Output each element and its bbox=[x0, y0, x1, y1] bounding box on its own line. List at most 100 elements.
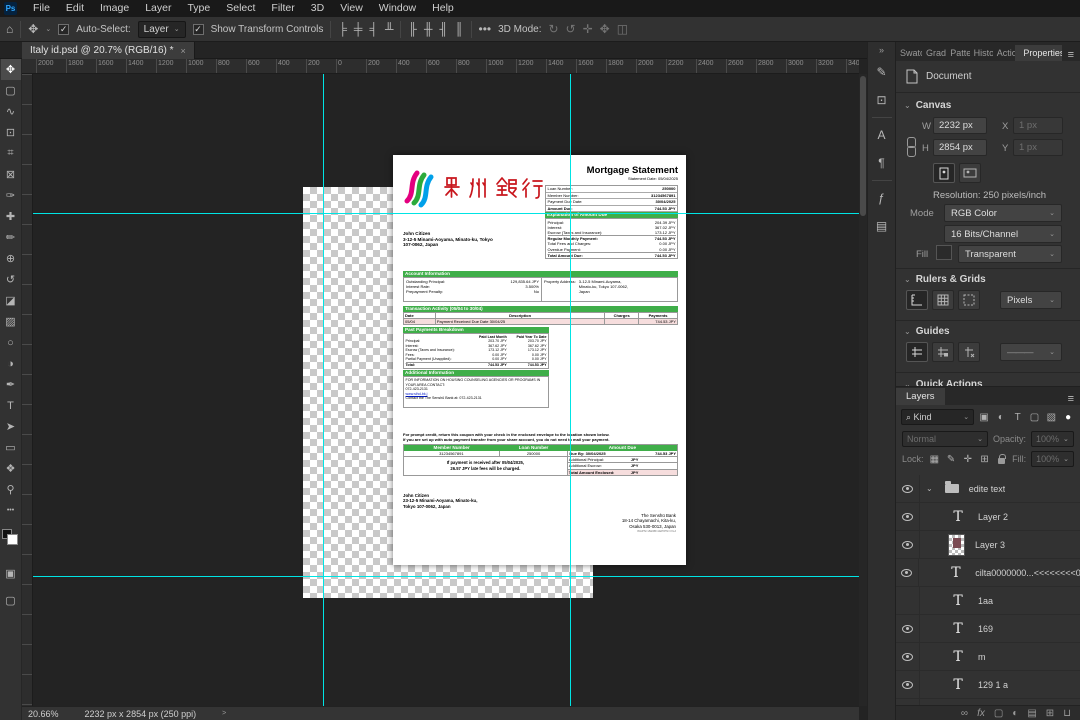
zoom-level-field[interactable]: 20.66% bbox=[28, 709, 59, 719]
new-group-icon[interactable]: ▤ bbox=[1027, 708, 1036, 719]
guide-vertical-1[interactable] bbox=[323, 74, 324, 706]
visibility-toggle[interactable] bbox=[896, 642, 920, 671]
layer-row[interactable]: T Layer 2 bbox=[896, 502, 1080, 531]
new-layer-icon[interactable]: ⊞ bbox=[1046, 708, 1054, 719]
layer-row-group[interactable]: ⌄ edite text bbox=[896, 475, 1080, 503]
visibility-toggle[interactable] bbox=[896, 614, 920, 643]
dodge-tool[interactable]: ◑ bbox=[1, 353, 21, 374]
guides-section-header[interactable]: ⌄ Guides bbox=[904, 326, 950, 337]
object-selection-tool[interactable]: ⊡ bbox=[1, 122, 21, 143]
character-panel-icon[interactable]: A bbox=[870, 123, 894, 147]
distribute-vertical-icon[interactable]: ║ bbox=[455, 22, 464, 36]
paragraph-panel-icon[interactable]: ¶ bbox=[870, 151, 894, 175]
menu-filter[interactable]: Filter bbox=[263, 0, 302, 17]
canvas-area[interactable]: Mortgage Statement Statement Date: 05/04… bbox=[33, 74, 859, 706]
scrollbar-thumb[interactable] bbox=[860, 76, 866, 216]
filter-smart-object-icon[interactable]: ▧ bbox=[1044, 410, 1058, 424]
menu-edit[interactable]: Edit bbox=[58, 0, 92, 17]
guide-style-dropdown[interactable]: ——— ⌄ bbox=[1000, 343, 1062, 361]
chevron-down-icon[interactable]: ⌄ bbox=[45, 25, 51, 33]
menu-select[interactable]: Select bbox=[218, 0, 263, 17]
layer-effects-icon[interactable]: fx bbox=[977, 708, 985, 719]
brush-tool[interactable]: ✏ bbox=[1, 227, 21, 248]
ruler-toggle-button[interactable] bbox=[906, 290, 928, 310]
distribute-right-icon[interactable]: ╢ bbox=[439, 22, 448, 36]
glyphs-panel-icon[interactable]: ƒ bbox=[870, 186, 894, 210]
auto-select-checkbox[interactable]: ✓ bbox=[58, 23, 70, 35]
brush-settings-icon[interactable]: ✎ bbox=[870, 60, 894, 84]
auto-select-dropdown[interactable]: Layer ⌄ bbox=[137, 20, 186, 38]
close-icon[interactable]: × bbox=[181, 46, 186, 56]
tab-actions[interactable]: Actio bbox=[993, 45, 1016, 61]
history-brush-tool[interactable]: ↺ bbox=[1, 269, 21, 290]
lock-guides-button[interactable] bbox=[932, 342, 954, 362]
hand-tool[interactable]: ❖ bbox=[1, 458, 21, 479]
align-center-icon[interactable]: ╪ bbox=[354, 22, 363, 36]
healing-brush-tool[interactable]: ✚ bbox=[1, 206, 21, 227]
guides-toggle-button[interactable] bbox=[906, 342, 928, 362]
filter-adjustment-icon[interactable]: ◐ bbox=[994, 410, 1008, 424]
background-color[interactable] bbox=[6, 534, 18, 545]
orientation-portrait-button[interactable] bbox=[933, 163, 955, 183]
layer-row[interactable]: T cilta0000000...<<<<<<<<0 d bbox=[896, 558, 1080, 587]
quick-mask-button[interactable]: ▣ bbox=[1, 563, 21, 584]
type-tool[interactable]: T bbox=[1, 395, 21, 416]
chevron-down-icon[interactable]: ⌄ bbox=[926, 484, 933, 493]
guide-vertical-2[interactable] bbox=[570, 74, 571, 706]
tab-gradients[interactable]: Gradi bbox=[922, 45, 946, 61]
menu-image[interactable]: Image bbox=[92, 0, 137, 17]
marquee-tool[interactable]: ▢ bbox=[1, 80, 21, 101]
mortgage-statement-page[interactable]: Mortgage Statement Statement Date: 05/04… bbox=[393, 155, 686, 565]
bit-depth-dropdown[interactable]: 16 Bits/Channel ⌄ bbox=[944, 225, 1062, 243]
screen-mode-button[interactable]: ▢ bbox=[1, 590, 21, 611]
guide-horizontal-1[interactable] bbox=[33, 213, 859, 214]
home-icon[interactable]: ⌂ bbox=[6, 22, 13, 36]
menu-3d[interactable]: 3D bbox=[303, 0, 332, 17]
show-transform-checkbox[interactable]: ✓ bbox=[192, 23, 204, 35]
units-dropdown[interactable]: Pixels ⌄ bbox=[1000, 291, 1062, 309]
layer-row[interactable]: Layer 3 bbox=[896, 530, 1080, 559]
tab-swatches[interactable]: Swatc bbox=[896, 45, 922, 61]
clear-guides-button[interactable] bbox=[958, 342, 980, 362]
menu-help[interactable]: Help bbox=[424, 0, 462, 17]
zoom-tool[interactable]: ⚲ bbox=[1, 479, 21, 500]
lock-artboard-icon[interactable]: ⊞ bbox=[979, 452, 991, 466]
visibility-toggle[interactable] bbox=[896, 558, 919, 587]
move-tool-icon[interactable]: ✥ bbox=[28, 22, 38, 36]
quick-actions-section-header[interactable]: ⌄ Quick Actions bbox=[904, 379, 983, 386]
menu-view[interactable]: View bbox=[332, 0, 371, 17]
filter-pixel-icon[interactable]: ▣ bbox=[977, 410, 991, 424]
crop-tool[interactable]: ⌗ bbox=[1, 143, 21, 164]
grid-toggle-button[interactable] bbox=[932, 290, 954, 310]
fill-swatch[interactable] bbox=[936, 245, 952, 260]
link-dimensions-icon[interactable] bbox=[906, 137, 916, 157]
visibility-toggle[interactable] bbox=[896, 475, 920, 503]
orientation-landscape-button[interactable] bbox=[959, 163, 981, 183]
visibility-toggle[interactable] bbox=[896, 502, 920, 531]
tab-layers[interactable]: Layers bbox=[896, 388, 945, 405]
color-mode-dropdown[interactable]: RGB Color ⌄ bbox=[944, 204, 1062, 222]
panel-menu-icon[interactable]: ≡ bbox=[1062, 49, 1080, 61]
visibility-toggle[interactable] bbox=[896, 586, 920, 615]
rulers-grids-section-header[interactable]: ⌄ Rulers & Grids bbox=[904, 274, 986, 285]
document-tab[interactable]: Italy id.psd @ 20.7% (RGB/16) * × bbox=[22, 42, 195, 59]
status-chevron-icon[interactable]: > bbox=[222, 710, 226, 717]
pen-tool[interactable]: ✒ bbox=[1, 374, 21, 395]
visibility-toggle[interactable] bbox=[896, 670, 920, 699]
distribute-center-icon[interactable]: ╫ bbox=[424, 22, 433, 36]
fill-dropdown[interactable]: Transparent ⌄ bbox=[958, 245, 1062, 263]
menu-layer[interactable]: Layer bbox=[137, 0, 179, 17]
snap-toggle-button[interactable] bbox=[958, 290, 980, 310]
layer-row-hidden[interactable]: T 1aa bbox=[896, 586, 1080, 615]
lock-transparent-icon[interactable]: ▦ bbox=[929, 452, 941, 466]
width-field[interactable]: 2232 px bbox=[933, 117, 987, 134]
link-layers-icon[interactable]: ∞ bbox=[961, 708, 968, 719]
distribute-left-icon[interactable]: ╟ bbox=[408, 22, 417, 36]
align-bottom-icon[interactable]: ╨ bbox=[385, 22, 394, 36]
guide-horizontal-2[interactable] bbox=[33, 576, 859, 577]
tab-properties[interactable]: Properties bbox=[1015, 45, 1062, 61]
layers-menu-icon[interactable]: ≡ bbox=[1062, 393, 1080, 405]
filter-type-icon[interactable]: T bbox=[1011, 410, 1025, 424]
layer-mask-icon[interactable]: ▢ bbox=[994, 708, 1003, 719]
path-select-tool[interactable]: ➤ bbox=[1, 416, 21, 437]
